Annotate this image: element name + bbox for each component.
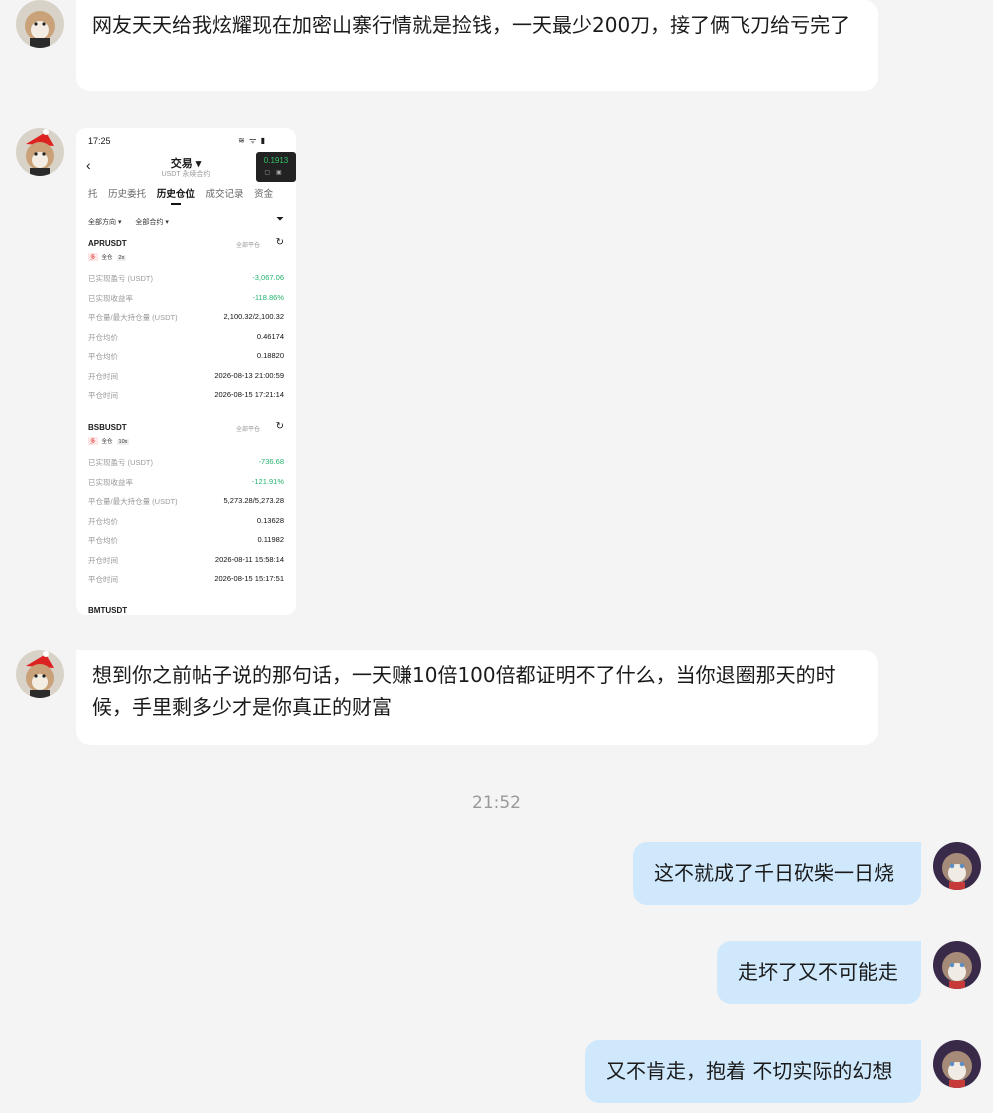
row-key: 已实现收益率 (88, 294, 133, 303)
my-avatar[interactable] (933, 1040, 981, 1088)
side-tag: 多 (88, 437, 98, 445)
row-value: 5,273.28/5,273.28 (223, 496, 284, 505)
contact-avatar[interactable] (16, 128, 64, 176)
row-value: 2,100.32/2,100.32 (223, 312, 284, 321)
outgoing-message-bubble[interactable]: 又不肯走，抱着 不切实际的幻想 (585, 1040, 921, 1103)
tab-trade-records: 成交记录 (205, 189, 244, 200)
row-key: 已实现收益率 (88, 478, 133, 487)
my-avatar[interactable] (933, 842, 981, 890)
my-avatar[interactable] (933, 941, 981, 989)
row-value: -3,067.06 (252, 273, 284, 282)
position-row: 平仓均价 0.18820 (88, 351, 284, 363)
mini-price-widget: 0.1913 ▢▣ (256, 152, 296, 182)
tab-partial: 托 (88, 189, 98, 200)
position-row: 已实现收益率 -118.86% (88, 293, 284, 305)
screenshot-status-time: 17:25 (88, 136, 111, 146)
position-row: 开仓均价 0.13628 (88, 516, 284, 528)
row-value: 2026-08-11 15:58:14 (214, 555, 284, 564)
margin-tag: 全仓 (101, 439, 113, 445)
margin-tag: 全仓 (101, 255, 113, 261)
position-symbol: APRUSDT (88, 239, 127, 248)
position-row: 开仓均价 0.46174 (88, 332, 284, 344)
leverage-tag: 2x (116, 255, 127, 261)
position-row: 平仓量/最大持仓量 (USDT) 5,273.28/5,273.28 (88, 496, 284, 508)
row-key: 平仓均价 (88, 536, 118, 545)
row-value: 0.46174 (256, 332, 284, 341)
position-row: 平仓时间 2026-08-15 17:21:14 (88, 390, 284, 402)
position-row: 平仓均价 0.11982 (88, 535, 284, 547)
row-value: -118.86% (252, 293, 284, 302)
row-key: 开仓均价 (88, 333, 118, 342)
position-row: 平仓时间 2026-08-15 15:17:51 (88, 574, 284, 586)
widget-icons: ▢▣ (264, 170, 288, 176)
close-all-label: 全部平仓 (235, 427, 260, 433)
position-row: 平仓量/最大持仓量 (USDT) 2,100.32/2,100.32 (88, 312, 284, 324)
mini-price: 0.1913 (263, 156, 289, 165)
position-row: 开仓时间 2026-08-13 21:00:59 (88, 371, 284, 383)
position-row: 开仓时间 2026-08-11 15:58:14 (88, 555, 284, 567)
row-value: 0.13628 (256, 516, 284, 525)
row-key: 平仓时间 (88, 575, 118, 584)
row-key: 平仓时间 (88, 391, 118, 400)
position-row: 已实现盈亏 (USDT) -3,067.06 (88, 273, 284, 285)
row-key: 开仓时间 (88, 556, 118, 565)
row-value: 2026-08-15 17:21:14 (214, 390, 284, 399)
row-value: 2026-08-13 21:00:59 (214, 371, 284, 380)
status-icons: ≋ ᯤ ▮ (238, 136, 266, 145)
row-key: 已实现盈亏 (USDT) (88, 274, 153, 283)
position-symbol: BSBUSDT (88, 423, 127, 432)
position-symbol: BMTUSDT (88, 606, 128, 615)
contact-avatar[interactable] (16, 0, 64, 48)
share-icon: ↻ (275, 421, 284, 432)
row-key: 开仓均价 (88, 517, 118, 526)
row-value: -121.91% (251, 477, 284, 486)
message-timestamp: 21:52 (472, 793, 521, 813)
row-key: 开仓时间 (88, 372, 118, 381)
position-row: 已实现盈亏 (USDT) -736.68 (88, 457, 284, 469)
row-value: 2026-08-15 15:17:51 (214, 574, 284, 583)
funnel-icon: ⏷ (276, 214, 284, 225)
row-key: 平仓均价 (88, 352, 118, 361)
contact-avatar[interactable] (16, 650, 64, 698)
position-tags: 多全仓 10x (88, 437, 130, 445)
incoming-message-bubble[interactable]: 网友天天给我炫耀现在加密山寨行情就是捡钱，一天最少200刀，接了俩飞刀给亏完了 (76, 0, 878, 91)
filter-direction: 全部方向 ▾ (88, 219, 122, 226)
tab-order-history: 历史委托 (108, 189, 147, 200)
shared-trade-screenshot[interactable]: 17:25 ≋ ᯤ ▮ ‹ 交易 ▾ USDT 永续合约 0.1913 ▢▣ 托… (76, 128, 296, 615)
position-tags: 多全仓 2x (88, 253, 127, 261)
filter-contract: 全部合约 ▾ (135, 219, 169, 226)
row-key: 平仓量/最大持仓量 (USDT) (88, 497, 178, 506)
incoming-message-bubble[interactable]: 想到你之前帖子说的那句话，一天赚10倍100倍都证明不了什么，当你退圈那天的时候… (76, 650, 878, 745)
close-all-label: 全部平仓 (235, 243, 260, 249)
row-value: -736.68 (258, 457, 284, 466)
share-icon: ↻ (275, 237, 284, 248)
row-key: 平仓量/最大持仓量 (USDT) (88, 313, 178, 322)
row-key: 已实现盈亏 (USDT) (88, 458, 153, 467)
outgoing-message-bubble[interactable]: 这不就成了千日砍柴一日烧 (633, 842, 921, 905)
tab-position-history: 历史仓位 (156, 189, 195, 200)
position-row: 已实现收益率 -121.91% (88, 477, 284, 489)
row-value: 0.11982 (257, 535, 284, 544)
side-tag: 多 (88, 253, 98, 261)
tab-funds: 资金 (254, 189, 274, 200)
outgoing-message-bubble[interactable]: 走坏了又不可能走 (717, 941, 921, 1004)
row-value: 0.18820 (256, 351, 284, 360)
screenshot-filters: 全部方向 ▾ 全部合约 ▾ (88, 217, 181, 227)
leverage-tag: 10x (116, 439, 130, 445)
screenshot-tabs: 托 历史委托 历史仓位 成交记录 资金 (88, 186, 281, 200)
